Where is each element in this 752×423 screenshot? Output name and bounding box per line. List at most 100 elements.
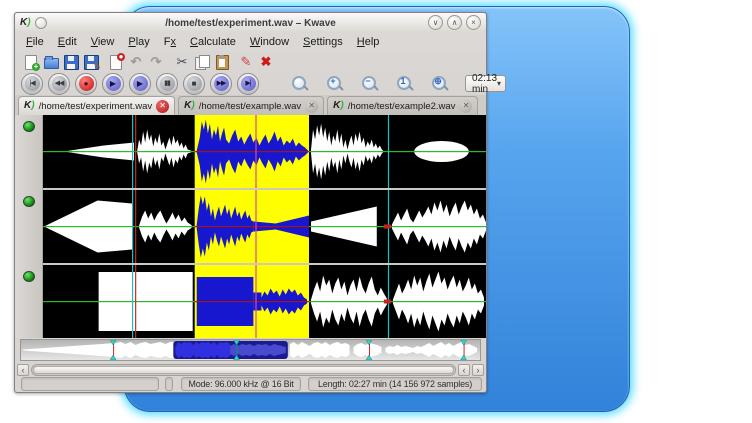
kwave-app-icon: K): [20, 18, 31, 28]
record-button[interactable]: ●: [75, 73, 97, 95]
track2-waveform[interactable]: [43, 190, 486, 263]
minimize-button[interactable]: ∨: [428, 15, 443, 30]
playback-marker: [135, 265, 136, 338]
record-new-button[interactable]: ●: [108, 54, 124, 70]
zoom-in-icon: +: [328, 76, 338, 86]
status-message-panel: [21, 377, 159, 391]
zoom-factor-value: 02:13 min: [466, 73, 497, 95]
new-file-button[interactable]: +: [23, 54, 39, 70]
menu-edit[interactable]: Edit: [51, 35, 84, 49]
kwave-window: /home/test/experiment.wav – Kwave K) ∨ ∧…: [14, 12, 487, 393]
screenshot-stage: /home/test/experiment.wav – Kwave K) ∨ ∧…: [0, 0, 752, 423]
zero-line: [309, 301, 486, 302]
zoom-all-icon: ⊕: [433, 76, 443, 87]
track1-enable-led[interactable]: [23, 121, 35, 132]
file-toolbar: + ✎ ● ↶ ↷ ✂ ✎ ✖: [15, 51, 486, 72]
delete-icon: ✖: [258, 54, 274, 70]
signal-area: [15, 115, 486, 338]
menu-calculate[interactable]: Calculate: [183, 35, 243, 49]
skip-end-icon: ▶|: [241, 76, 256, 91]
zoom-all-button[interactable]: ⊕: [430, 74, 450, 94]
undo-icon: ↶: [128, 54, 144, 70]
rewind-button[interactable]: ◀◀: [48, 73, 70, 95]
titlebar[interactable]: /home/test/experiment.wav – Kwave K) ∨ ∧…: [15, 13, 486, 34]
close-button[interactable]: ×: [466, 15, 481, 30]
undo-button[interactable]: ↶: [128, 54, 144, 70]
menu-help[interactable]: Help: [350, 35, 387, 49]
zero-line: [43, 226, 195, 227]
stop-button[interactable]: ■: [183, 73, 205, 95]
scroll-right-button[interactable]: ›: [472, 364, 484, 376]
pause-button[interactable]: ▮▮: [156, 73, 178, 95]
menu-view[interactable]: View: [84, 35, 122, 49]
marker-tick: [384, 225, 391, 229]
loop-button[interactable]: ▶: [129, 73, 151, 95]
save-button[interactable]: [63, 54, 79, 70]
waveform-view[interactable]: [43, 115, 486, 338]
eraser-icon: ✎: [238, 54, 254, 70]
clipboard-icon: [216, 55, 229, 70]
track3-enable-led[interactable]: [23, 271, 35, 282]
skip-start-icon: |◀: [25, 76, 40, 91]
forward-button[interactable]: ▶▶: [210, 73, 232, 95]
maximize-button[interactable]: ∧: [447, 15, 462, 30]
menu-play[interactable]: Play: [121, 35, 156, 49]
menubar: File Edit View Play Fx Calculate Window …: [15, 33, 486, 51]
stop-icon: ■: [187, 76, 202, 91]
zero-line-selected: [195, 226, 309, 227]
kwave-file-icon: K): [333, 101, 344, 111]
window-menu-button[interactable]: [35, 17, 47, 29]
track3-waveform[interactable]: [43, 265, 486, 338]
kwave-file-icon: K): [24, 101, 35, 111]
cursor-line: [388, 115, 389, 188]
menu-file[interactable]: File: [19, 35, 51, 49]
play-button[interactable]: ▶: [102, 73, 124, 95]
zero-line: [43, 151, 195, 152]
zoom-in-button[interactable]: +: [325, 74, 345, 94]
tab-bar: K) /home/test/experiment.wav ✕ K) /home/…: [15, 95, 486, 115]
track2-enable-led[interactable]: [23, 196, 35, 207]
scrollbar-track[interactable]: [31, 364, 456, 376]
loop-icon: ▶: [133, 76, 148, 91]
scroll-left-button-2[interactable]: ‹: [458, 364, 470, 376]
zoom-out-icon: −: [363, 76, 373, 86]
zoom-1to1-icon: 1: [398, 76, 408, 86]
skip-to-start-button[interactable]: |◀: [21, 73, 43, 95]
kwave-file-icon: K): [184, 101, 195, 111]
zoom-out-button[interactable]: −: [360, 74, 380, 94]
overview-bar[interactable]: [20, 339, 481, 361]
scroll-left-button[interactable]: ‹: [17, 364, 29, 376]
tab-example-wav[interactable]: K) /home/test/example.wav ✕: [178, 96, 324, 115]
skip-to-end-button[interactable]: ▶|: [237, 73, 259, 95]
tab-example2-wav[interactable]: K) /home/test/example2.wav ✕: [327, 96, 478, 115]
save-as-button[interactable]: ✎: [83, 54, 99, 70]
tab-experiment-wav[interactable]: K) /home/test/experiment.wav ✕: [18, 96, 175, 115]
menu-window[interactable]: Window: [243, 35, 296, 49]
redo-button[interactable]: ↷: [148, 54, 164, 70]
tab-close-icon[interactable]: ✕: [459, 100, 472, 113]
status-mode: Mode: 96.000 kHz @ 16 Bit: [181, 377, 301, 391]
track1-waveform[interactable]: [43, 115, 486, 188]
zoom-factor-combobox[interactable]: 02:13 min ▾: [465, 75, 506, 92]
position-marker: [255, 265, 256, 338]
delete-button[interactable]: ✖: [258, 54, 274, 70]
status-splitter-handle[interactable]: [165, 377, 173, 391]
open-file-button[interactable]: [43, 54, 59, 70]
menu-settings[interactable]: Settings: [296, 35, 350, 49]
rewind-icon: ◀◀: [52, 76, 67, 91]
horizontal-scrollbar[interactable]: ‹ ‹ ›: [17, 363, 484, 376]
zoom-normal-button[interactable]: 1: [395, 74, 415, 94]
erase-button[interactable]: ✎: [238, 54, 254, 70]
paste-button[interactable]: [214, 54, 230, 70]
tab-close-icon[interactable]: ✕: [305, 100, 318, 113]
menu-fx[interactable]: Fx: [157, 35, 183, 49]
track-controls-panel: [15, 115, 43, 338]
zoom-to-selection-button[interactable]: [290, 74, 310, 94]
save-icon: [64, 55, 79, 70]
copy-button[interactable]: [194, 54, 210, 70]
record-icon: ●: [79, 76, 94, 91]
scrollbar-thumb[interactable]: [33, 366, 454, 374]
cut-button[interactable]: ✂: [174, 54, 190, 70]
tab-close-icon[interactable]: ✕: [156, 100, 169, 113]
cursor-line: [132, 115, 133, 188]
